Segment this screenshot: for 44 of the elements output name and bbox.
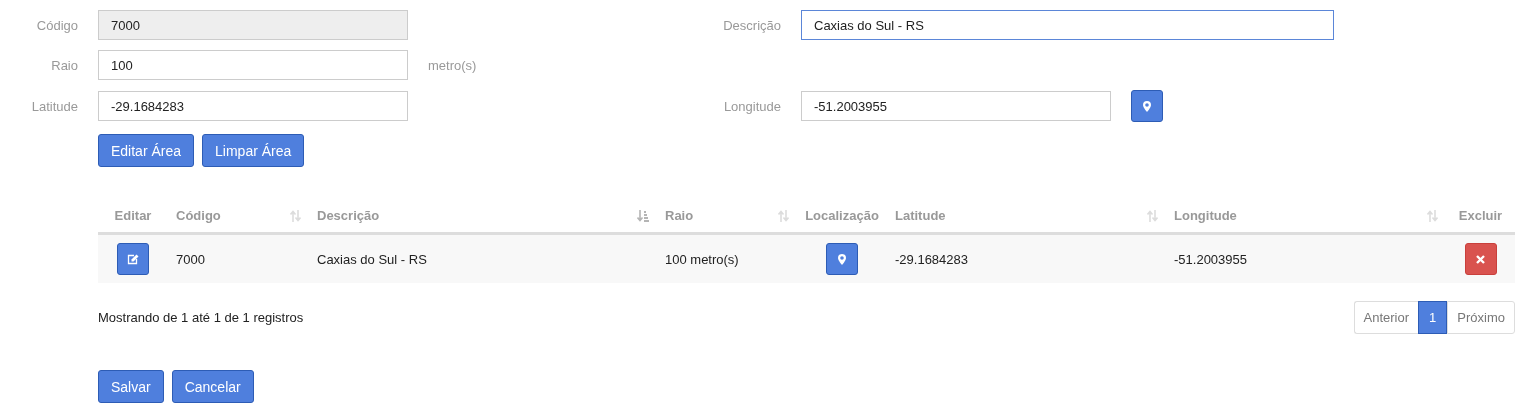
column-header[interactable]: Latitude bbox=[895, 208, 946, 223]
latitude-field[interactable]: -29.1684283 bbox=[98, 91, 408, 121]
sort-icon[interactable] bbox=[290, 209, 301, 222]
area-button[interactable]: Limpar Área bbox=[202, 134, 305, 167]
locate-button[interactable] bbox=[1131, 90, 1163, 122]
page-button[interactable]: 1 bbox=[1418, 301, 1448, 334]
description-field[interactable]: Caxias do Sul - RS bbox=[801, 10, 1334, 40]
locate-button[interactable] bbox=[826, 243, 858, 275]
edit-button[interactable] bbox=[117, 243, 149, 275]
table-cell: -51.2003955 bbox=[1174, 251, 1247, 267]
table-cell: 100 metro(s) bbox=[665, 251, 739, 267]
unit-label: metro(s) bbox=[428, 57, 477, 73]
edit-icon bbox=[127, 253, 139, 265]
table-cell: 7000 bbox=[176, 251, 205, 267]
field-label: Código bbox=[36, 17, 78, 33]
column-header[interactable]: Código bbox=[176, 208, 221, 223]
records-info: Mostrando de 1 até 1 de 1 registros bbox=[98, 310, 304, 325]
longitude-field[interactable]: -51.2003955 bbox=[801, 91, 1111, 121]
field-label: Raio bbox=[51, 57, 78, 73]
sort-icon[interactable] bbox=[1427, 209, 1438, 222]
map-marker-icon bbox=[1143, 100, 1151, 112]
column-header[interactable]: Raio bbox=[665, 208, 694, 223]
sort-icon[interactable] bbox=[1147, 209, 1158, 222]
map-marker-icon bbox=[838, 253, 846, 265]
table-cell: Caxias do Sul - RS bbox=[317, 251, 427, 267]
table-cell: -29.1684283 bbox=[895, 251, 968, 267]
column-header: Editar bbox=[114, 208, 152, 223]
previous-page-button[interactable]: Anterior bbox=[1353, 301, 1419, 334]
column-header[interactable]: Descrição bbox=[317, 208, 380, 223]
delete-button[interactable] bbox=[1464, 243, 1497, 275]
close-icon bbox=[1476, 254, 1485, 264]
radius-field[interactable]: 100 bbox=[98, 50, 408, 80]
column-header: Localização bbox=[805, 208, 879, 223]
sort-ascending-icon[interactable] bbox=[637, 209, 649, 222]
field-label: Longitude bbox=[723, 98, 781, 114]
next-page-button[interactable]: Próximo bbox=[1447, 301, 1515, 334]
column-header: Excluir bbox=[1458, 208, 1503, 223]
sort-icon[interactable] bbox=[778, 209, 789, 222]
form-button[interactable]: Salvar bbox=[98, 370, 164, 403]
form-button[interactable]: Cancelar bbox=[171, 370, 254, 403]
column-header[interactable]: Longitude bbox=[1174, 208, 1237, 223]
area-button[interactable]: Editar Área bbox=[98, 134, 195, 167]
field-label: Latitude bbox=[31, 98, 78, 114]
field-label: Descrição bbox=[723, 17, 781, 33]
